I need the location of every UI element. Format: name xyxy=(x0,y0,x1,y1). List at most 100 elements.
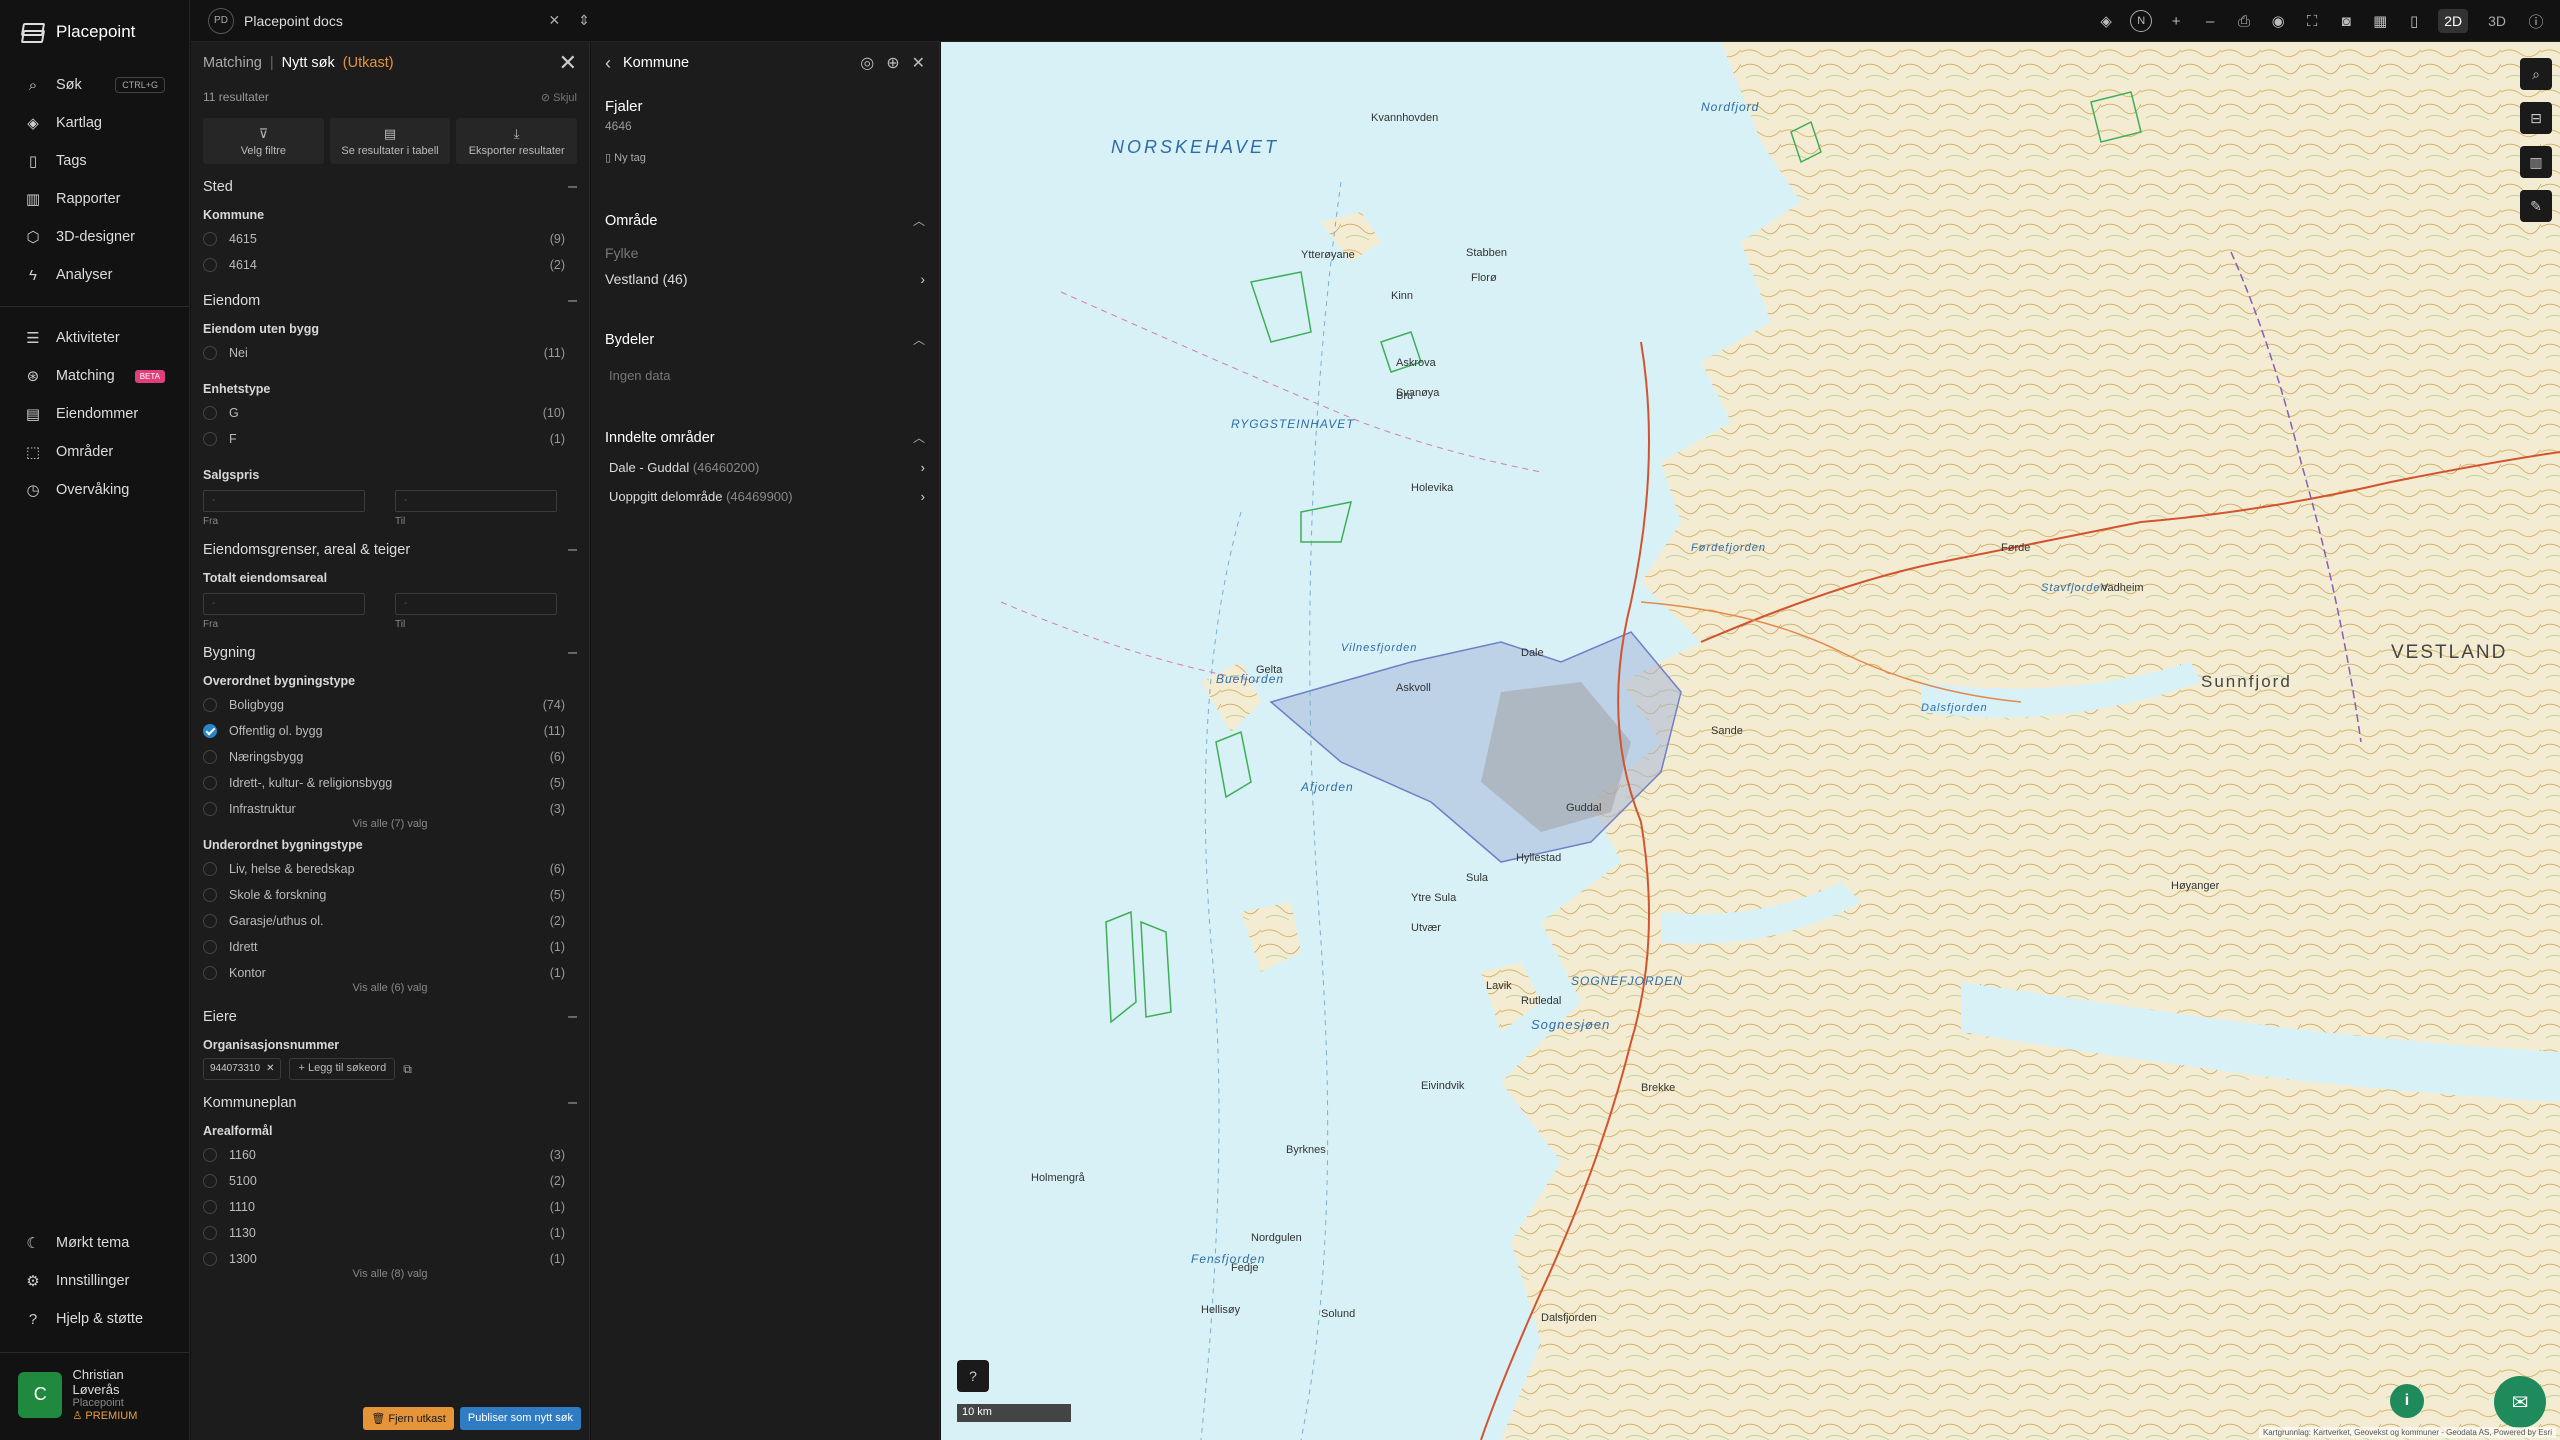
checkbox[interactable] xyxy=(203,750,217,764)
checkbox[interactable] xyxy=(203,862,217,876)
close-icon[interactable]: ✕ xyxy=(912,53,925,73)
nav-item-overvåking[interactable]: ◷ Overvåking xyxy=(0,471,189,509)
user-profile[interactable]: C Christian Løverås Placepoint ♙ PREMIUM xyxy=(0,1352,189,1440)
filter-option[interactable]: F (1) xyxy=(203,426,577,452)
section-grenser[interactable]: Eiendomsgrenser, areal & teiger – xyxy=(203,541,577,559)
section-bygning[interactable]: Bygning – xyxy=(203,644,577,662)
filter-option[interactable]: Idrett (1) xyxy=(203,934,577,960)
collapse-icon[interactable]: – xyxy=(568,644,577,662)
checkbox[interactable] xyxy=(203,258,217,272)
measure-icon[interactable]: ⊟ xyxy=(2520,102,2552,134)
nav-item-analyser[interactable]: ϟ Analyser xyxy=(0,256,189,294)
filter-option[interactable]: 1130 (1) xyxy=(203,1220,577,1246)
nav-item-matching[interactable]: ⊛ Matching BETA xyxy=(0,357,189,395)
zoom-in-icon[interactable]: + xyxy=(2166,13,2186,30)
show-all-link[interactable]: Vis alle (6) valg xyxy=(203,982,577,994)
chart-icon[interactable]: ▥ xyxy=(2520,146,2552,178)
view-table-button[interactable]: ▤ Se resultater i tabell xyxy=(329,118,451,164)
nav-item-kartlag[interactable]: ◈ Kartlag xyxy=(0,104,189,142)
filter-option[interactable]: G (10) xyxy=(203,400,577,426)
copy-icon[interactable]: ⧉ xyxy=(403,1062,412,1077)
compass-icon[interactable]: N xyxy=(2130,10,2153,32)
close-icon[interactable]: ✕ xyxy=(559,50,577,76)
filter-option[interactable]: Nei (11) xyxy=(203,340,577,366)
filter-option[interactable]: 4614 (2) xyxy=(203,252,577,278)
filter-option[interactable]: Liv, helse & beredskap (6) xyxy=(203,856,577,882)
checkbox[interactable] xyxy=(203,1174,217,1188)
collapse-icon[interactable]: – xyxy=(568,178,577,196)
select-filters-button[interactable]: ⊽ Velg filtre xyxy=(203,118,324,164)
filter-option[interactable]: Næringsbygg (6) xyxy=(203,744,577,770)
nav-item-3d-designer[interactable]: ⬡ 3D-designer xyxy=(0,218,189,256)
collapse-icon[interactable]: – xyxy=(568,1094,577,1112)
collapse-icon[interactable]: – xyxy=(568,541,577,559)
filter-option[interactable]: Garasje/uthus ol. (2) xyxy=(203,908,577,934)
subarea-row[interactable]: Uoppgitt delområde (46469900) › xyxy=(605,489,925,504)
chevron-updown-icon[interactable]: ⇕ xyxy=(578,12,590,29)
new-tag-button[interactable]: ▯ Ny tag xyxy=(605,151,925,164)
chevron-left-icon[interactable]: ‹ xyxy=(605,53,611,74)
remove-chip-icon[interactable]: ✕ xyxy=(266,1063,274,1075)
checkbox[interactable] xyxy=(203,888,217,902)
add-keyword-button[interactable]: + Legg til søkeord xyxy=(289,1058,396,1080)
checkbox[interactable] xyxy=(203,1148,217,1162)
help-icon[interactable]: ? xyxy=(957,1360,989,1392)
close-icon[interactable]: ✕ xyxy=(549,12,561,29)
nav-item-tags[interactable]: ▯ Tags xyxy=(0,142,189,180)
nav-item-mørkt-tema[interactable]: ☾ Mørkt tema xyxy=(0,1224,189,1262)
checkbox[interactable] xyxy=(203,406,217,420)
section-bydeler[interactable]: Bydeler ︿ xyxy=(605,331,925,348)
filter-option[interactable]: 1160 (3) xyxy=(203,1142,577,1168)
brand[interactable]: Placepoint xyxy=(0,0,189,60)
layers-stack-icon[interactable]: ◈ xyxy=(2096,12,2116,30)
section-eiere[interactable]: Eiere – xyxy=(203,1008,577,1026)
project-selector[interactable]: PD Placepoint docs ✕ ⇕ xyxy=(190,7,590,34)
checkbox[interactable] xyxy=(203,940,217,954)
map-view[interactable]: NORSKEHAVET VESTLAND Sunnfjord Nordfjord… xyxy=(941,42,2560,1440)
checkbox[interactable] xyxy=(203,1226,217,1240)
hide-toggle[interactable]: ⊘ Skjul xyxy=(541,91,577,104)
nav-item-hjelp-støtte[interactable]: ? Hjelp & støtte xyxy=(0,1300,189,1338)
checkbox[interactable] xyxy=(203,802,217,816)
info-icon[interactable]: ⓘ xyxy=(2526,11,2546,32)
section-kommuneplan[interactable]: Kommuneplan – xyxy=(203,1094,577,1112)
show-all-link[interactable]: Vis alle (8) valg xyxy=(203,1268,577,1280)
nav-item-rapporter[interactable]: ▥ Rapporter xyxy=(0,180,189,218)
collapse-icon[interactable]: – xyxy=(568,1008,577,1026)
nav-item-innstillinger[interactable]: ⚙ Innstillinger xyxy=(0,1262,189,1300)
section-eiendom[interactable]: Eiendom – xyxy=(203,292,577,310)
info-icon[interactable]: i xyxy=(2390,1384,2424,1418)
camera-icon[interactable]: ◙ xyxy=(2336,13,2356,30)
filter-option[interactable]: 5100 (2) xyxy=(203,1168,577,1194)
mode-3d-button[interactable]: 3D xyxy=(2482,9,2512,33)
draw-icon[interactable]: ✎ xyxy=(2520,190,2552,222)
nav-item-aktiviteter[interactable]: ☰ Aktiviteter xyxy=(0,319,189,357)
collapse-icon[interactable]: – xyxy=(568,292,577,310)
section-inndelte[interactable]: Inndelte områder ︿ xyxy=(605,429,925,446)
grid-icon[interactable]: ▦ xyxy=(2370,12,2390,30)
checkbox[interactable] xyxy=(203,698,217,712)
subarea-row[interactable]: Dale - Guddal (46460200) › xyxy=(605,460,925,475)
nav-item-søk[interactable]: ⌕ Søk CTRL+G xyxy=(0,66,189,104)
mode-2d-button[interactable]: 2D xyxy=(2438,9,2469,33)
show-all-link[interactable]: Vis alle (7) valg xyxy=(203,818,577,830)
zoom-out-icon[interactable]: – xyxy=(2200,13,2220,30)
map-search-icon[interactable]: ⌕ xyxy=(2520,58,2552,90)
checkbox[interactable] xyxy=(203,1252,217,1266)
checkbox[interactable] xyxy=(203,724,217,738)
checkbox[interactable] xyxy=(203,232,217,246)
salgspris-to-input[interactable]: - xyxy=(395,490,557,512)
areal-from-input[interactable]: - xyxy=(203,593,365,615)
section-sted[interactable]: Sted – xyxy=(203,178,577,196)
filter-option[interactable]: Offentlig ol. bygg (11) xyxy=(203,718,577,744)
export-results-button[interactable]: ⤓ Eksporter resultater xyxy=(456,118,578,164)
print-icon[interactable]: ⎙ xyxy=(2234,13,2254,30)
nav-item-eiendommer[interactable]: ▤ Eiendommer xyxy=(0,395,189,433)
checkbox[interactable] xyxy=(203,1200,217,1214)
breadcrumb-matching[interactable]: Matching xyxy=(203,55,262,71)
fylke-row[interactable]: Vestland (46) › xyxy=(605,271,925,287)
filter-option[interactable]: 1110 (1) xyxy=(203,1194,577,1220)
remove-draft-button[interactable]: 🗑 Fjern utkast xyxy=(363,1407,454,1430)
salgspris-from-input[interactable]: - xyxy=(203,490,365,512)
target-icon[interactable]: ⊕ xyxy=(886,53,899,73)
